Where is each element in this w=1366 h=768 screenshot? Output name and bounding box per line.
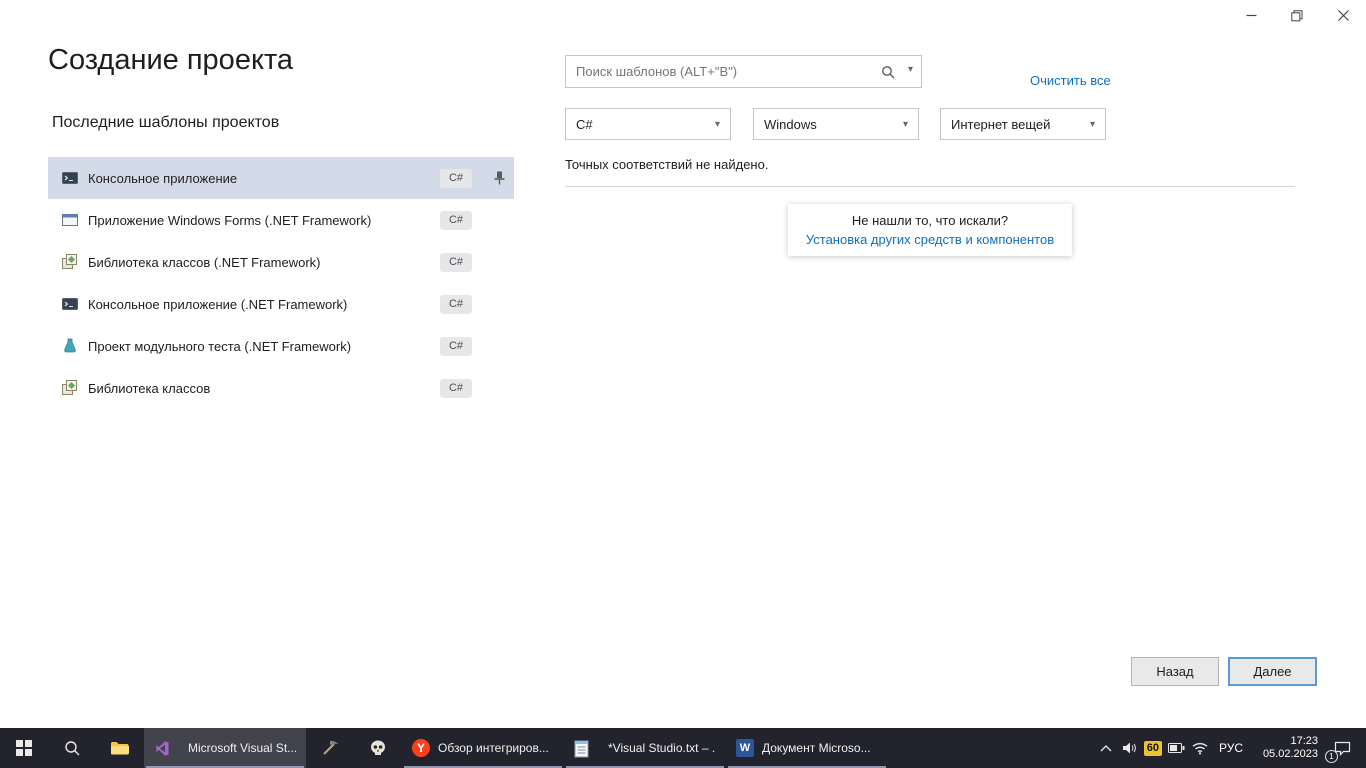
taskbar-app-label: *Visual Studio.txt – ... — [608, 741, 716, 755]
language-badge: C# — [440, 169, 472, 188]
page-title: Создание проекта — [48, 44, 293, 77]
taskbar-search-button[interactable] — [48, 728, 96, 768]
taskbar-app-word[interactable]: W Документ Microso... — [726, 728, 888, 768]
platform-filter-value: Windows — [764, 117, 817, 132]
template-label: Библиотека классов — [88, 381, 440, 396]
project-type-filter-value: Интернет вещей — [951, 117, 1050, 132]
class-library-icon — [62, 380, 78, 396]
window-controls — [1228, 0, 1366, 31]
taskbar-app-pickaxe-game[interactable] — [306, 728, 354, 768]
close-button[interactable] — [1320, 0, 1366, 31]
tray-chevron-up-icon[interactable] — [1094, 728, 1118, 768]
taskbar-app-notepad[interactable]: *Visual Studio.txt – ... — [564, 728, 726, 768]
results-divider — [565, 186, 1295, 187]
template-item-console-app-netfx[interactable]: Консольное приложение (.NET Framework) C… — [48, 283, 514, 325]
pin-icon[interactable] — [494, 171, 505, 190]
taskbar-app-skull-game[interactable] — [354, 728, 402, 768]
recent-templates-heading: Последние шаблоны проектов — [52, 114, 279, 132]
class-library-icon — [62, 254, 78, 270]
clock[interactable]: 17:23 05.02.2023 — [1250, 728, 1322, 768]
template-label: Проект модульного теста (.NET Framework) — [88, 339, 440, 354]
language-badge: C# — [440, 253, 472, 272]
template-label: Приложение Windows Forms (.NET Framework… — [88, 213, 440, 228]
template-item-class-library-netfx[interactable]: Библиотека классов (.NET Framework) C# — [48, 241, 514, 283]
language-badge: C# — [440, 211, 472, 230]
chevron-down-icon: ▾ — [903, 119, 908, 130]
battery-icon[interactable] — [1164, 728, 1188, 768]
taskbar: Microsoft Visual St... Y Обзор интегриро… — [0, 728, 1366, 768]
search-icon[interactable] — [881, 65, 895, 84]
taskbar-app-label: Обзор интегриров... — [438, 741, 554, 755]
chevron-down-icon: ▾ — [1090, 119, 1095, 130]
language-badge: C# — [440, 295, 472, 314]
start-button[interactable] — [0, 728, 48, 768]
taskbar-app-visual-studio[interactable]: Microsoft Visual St... — [144, 728, 306, 768]
wifi-icon[interactable] — [1188, 728, 1212, 768]
file-explorer-button[interactable] — [96, 728, 144, 768]
no-match-text: Точных соответствий не найдено. — [565, 157, 768, 172]
install-components-link[interactable]: Установка других средств и компонентов — [806, 232, 1054, 247]
word-icon: W — [736, 739, 754, 757]
restore-button[interactable] — [1274, 0, 1320, 31]
action-center-button[interactable]: 1 — [1322, 728, 1362, 768]
folder-icon — [110, 740, 130, 756]
template-label: Консольное приложение (.NET Framework) — [88, 297, 440, 312]
notepad-icon — [574, 740, 590, 756]
yandex-browser-icon: Y — [412, 739, 430, 757]
language-filter-value: C# — [576, 117, 593, 132]
not-found-card: Не нашли то, что искали? Установка други… — [788, 204, 1072, 256]
search-input[interactable] — [566, 56, 866, 87]
winforms-app-icon — [62, 212, 78, 228]
visual-studio-icon — [154, 740, 170, 756]
recent-template-list: Консольное приложение C# Приложение Wind… — [48, 157, 514, 409]
language-badge: C# — [440, 337, 472, 356]
taskbar-app-label: Microsoft Visual St... — [188, 741, 296, 755]
tray-time: 17:23 — [1290, 735, 1318, 748]
skull-icon — [369, 739, 387, 757]
taskbar-app-label: Документ Microso... — [762, 741, 878, 755]
back-button[interactable]: Назад — [1131, 657, 1219, 686]
system-tray: 60 РУС 17:23 05.02.2023 1 — [1094, 728, 1366, 768]
template-item-class-library[interactable]: Библиотека классов C# — [48, 367, 514, 409]
console-app-icon — [62, 296, 78, 312]
volume-icon[interactable] — [1118, 728, 1142, 768]
platform-filter-dropdown[interactable]: Windows ▾ — [753, 108, 919, 140]
template-label: Консольное приложение — [88, 171, 440, 186]
restore-icon — [1291, 10, 1303, 22]
notification-count-badge: 1 — [1325, 750, 1338, 763]
search-box: ▾ — [565, 55, 922, 88]
search-icon — [64, 740, 80, 756]
template-item-unit-test-netfx[interactable]: Проект модульного теста (.NET Framework)… — [48, 325, 514, 367]
pickaxe-icon — [321, 739, 339, 757]
close-icon — [1338, 10, 1349, 21]
battery-percent-badge[interactable]: 60 — [1144, 741, 1162, 756]
unit-test-icon — [62, 338, 78, 354]
not-found-title: Не нашли то, что искали? — [806, 213, 1054, 228]
language-badge: C# — [440, 379, 472, 398]
desktop: Создание проекта Последние шаблоны проек… — [0, 0, 1366, 768]
template-label: Библиотека классов (.NET Framework) — [88, 255, 440, 270]
language-indicator[interactable]: РУС — [1212, 728, 1250, 768]
template-item-winforms-app[interactable]: Приложение Windows Forms (.NET Framework… — [48, 199, 514, 241]
clear-all-link[interactable]: Очистить все — [1030, 73, 1111, 88]
search-options-caret-icon[interactable]: ▾ — [908, 64, 913, 75]
chevron-down-icon: ▾ — [715, 119, 720, 130]
next-button[interactable]: Далее — [1228, 657, 1317, 686]
taskbar-app-yandex-browser[interactable]: Y Обзор интегриров... — [402, 728, 564, 768]
tray-date: 05.02.2023 — [1263, 748, 1318, 761]
template-item-console-app[interactable]: Консольное приложение C# — [48, 157, 514, 199]
minimize-button[interactable] — [1228, 0, 1274, 31]
minimize-icon — [1246, 10, 1257, 21]
windows-logo-icon — [16, 740, 32, 756]
language-filter-dropdown[interactable]: C# ▾ — [565, 108, 731, 140]
project-type-filter-dropdown[interactable]: Интернет вещей ▾ — [940, 108, 1106, 140]
create-project-dialog: Создание проекта Последние шаблоны проек… — [0, 0, 1366, 728]
console-app-icon — [62, 170, 78, 186]
